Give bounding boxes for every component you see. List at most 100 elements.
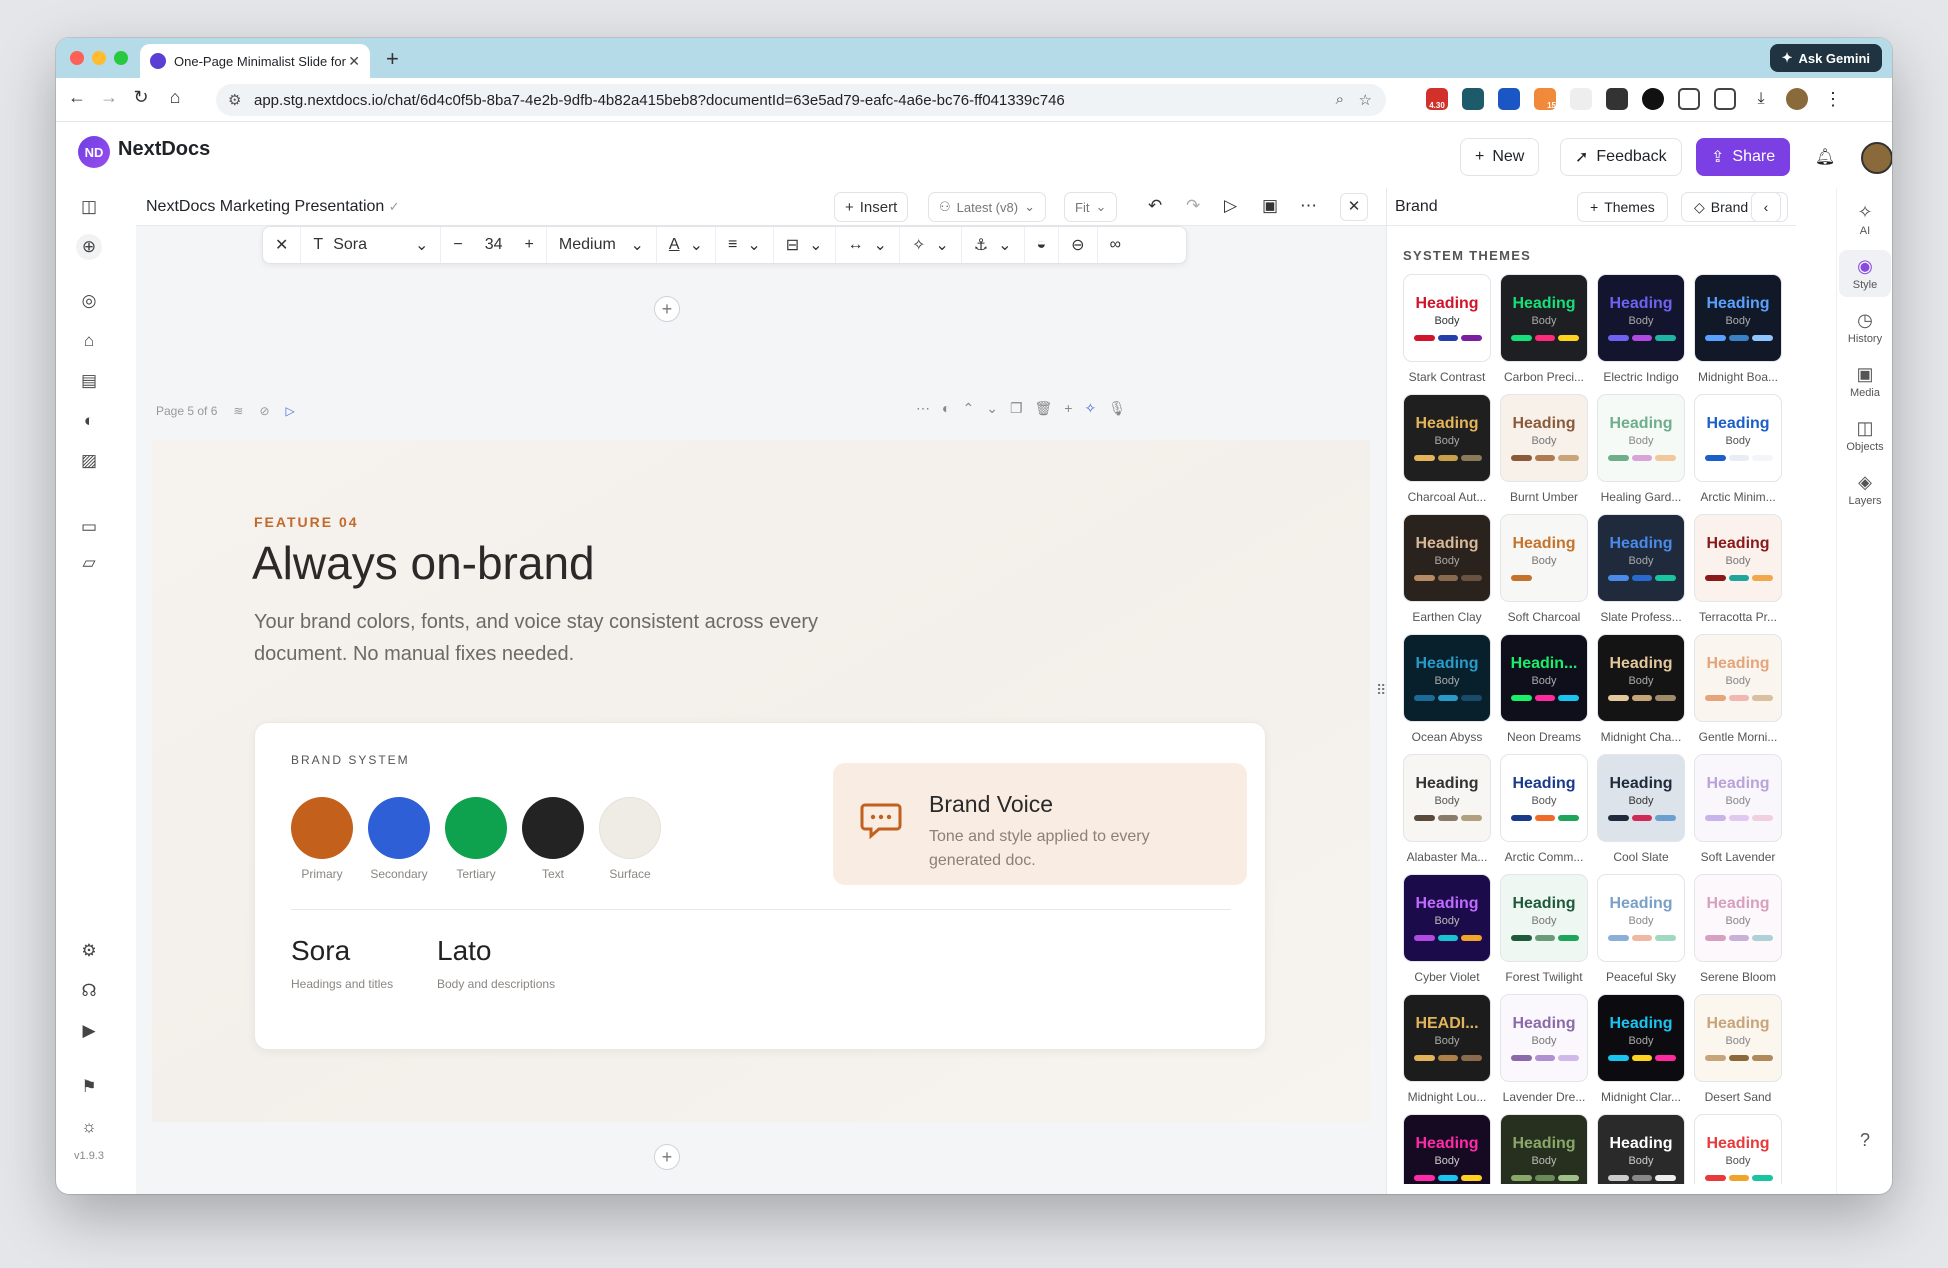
rail-media-button[interactable]: ▣ Media: [1839, 364, 1891, 399]
theme-card[interactable]: Heading Body Midnight Boa...: [1694, 274, 1782, 384]
ask-gemini-button[interactable]: ✦ Ask Gemini: [1769, 44, 1882, 72]
user-avatar[interactable]: [1861, 142, 1892, 174]
close-tab-icon[interactable]: ✕: [348, 53, 360, 70]
support-headset-icon[interactable]: ☊: [76, 978, 102, 1004]
fill-button[interactable]: ◒: [1025, 227, 1060, 263]
effects-button[interactable]: ✧ ⌄: [900, 227, 962, 263]
lock-button[interactable]: ⊖: [1059, 227, 1098, 263]
theme-card[interactable]: HEADI... Body Midnight Lou...: [1403, 994, 1491, 1104]
browser-tab[interactable]: One-Page Minimalist Slide for ✕: [140, 44, 370, 78]
microphone-icon[interactable]: 🎙︎: [1108, 400, 1126, 417]
theme-card[interactable]: Heading Body: [1500, 1114, 1588, 1184]
theme-card[interactable]: Heading Body Lavender Dre...: [1500, 994, 1588, 1104]
vertical-align-button[interactable]: ⊟ ⌄: [774, 227, 836, 263]
theme-card[interactable]: Heading Body Stark Contrast: [1403, 274, 1491, 384]
extension-check-icon[interactable]: [1498, 88, 1520, 110]
font-size-value[interactable]: 34: [485, 236, 503, 254]
reading-list-icon[interactable]: [1714, 88, 1736, 110]
slide-description[interactable]: Your brand colors, fonts, and voice stay…: [254, 606, 834, 670]
extension-icon[interactable]: [1642, 88, 1664, 110]
increase-size-button[interactable]: +: [525, 236, 534, 254]
present-play-icon[interactable]: ▷: [1224, 196, 1237, 216]
more-icon[interactable]: ⋯: [916, 400, 930, 417]
redo-icon[interactable]: ↷: [1186, 196, 1200, 216]
folder-icon[interactable]: ▭: [76, 514, 102, 540]
puzzle-extensions-icon[interactable]: [1678, 88, 1700, 110]
extension-icon[interactable]: [1570, 88, 1592, 110]
theme-card[interactable]: Heading Body Arctic Minim...: [1694, 394, 1782, 504]
undo-icon[interactable]: ↶: [1148, 196, 1162, 216]
notifications-bell-icon[interactable]: 🔔︎: [1806, 138, 1844, 176]
slide-title[interactable]: Always on-brand: [252, 536, 595, 590]
theme-card[interactable]: Headin... Body Neon Dreams: [1500, 634, 1588, 744]
add-icon[interactable]: +: [1064, 400, 1072, 417]
site-settings-icon[interactable]: ⚙: [228, 91, 241, 109]
rail-layers-button[interactable]: ◈ Layers: [1839, 472, 1891, 507]
theme-card[interactable]: Heading Body: [1403, 1114, 1491, 1184]
close-format-icon[interactable]: ✕: [263, 227, 302, 263]
theme-card[interactable]: Heading Body Earthen Clay: [1403, 514, 1491, 624]
rail-objects-button[interactable]: ◫ Objects: [1839, 418, 1891, 453]
spacing-button[interactable]: ↔ ⌄: [836, 227, 900, 263]
home-icon[interactable]: ⌂: [76, 328, 102, 354]
themes-button[interactable]: + Themes: [1577, 192, 1668, 222]
palette-icon[interactable]: ◐: [942, 400, 950, 417]
ai-sparkle-icon[interactable]: ✧: [1084, 400, 1096, 417]
align-button[interactable]: ≡ ⌄: [716, 227, 774, 263]
palette-icon[interactable]: ◐: [76, 408, 102, 434]
reload-icon[interactable]: ↻: [128, 87, 154, 108]
chevron-down-icon[interactable]: ⌄: [986, 400, 998, 417]
insert-button[interactable]: + Insert: [834, 192, 909, 222]
theme-card[interactable]: Heading Body Cool Slate: [1597, 754, 1685, 864]
theme-card[interactable]: Heading Body Peaceful Sky: [1597, 874, 1685, 984]
toggle-sidebar-icon[interactable]: ◫: [76, 194, 102, 220]
theme-card[interactable]: Heading Body Terracotta Pr...: [1694, 514, 1782, 624]
extension-notify-icon[interactable]: 15: [1534, 88, 1556, 110]
collapse-panel-chevron-icon[interactable]: ‹: [1751, 192, 1781, 222]
theme-card[interactable]: Heading Body Alabaster Ma...: [1403, 754, 1491, 864]
new-tab-button[interactable]: +: [386, 46, 399, 72]
font-family-select[interactable]: T Sora ⌄: [301, 227, 442, 263]
theme-card[interactable]: Heading Body Midnight Cha...: [1597, 634, 1685, 744]
chevron-up-icon[interactable]: ⌃: [962, 400, 974, 417]
zoom-window-button[interactable]: [114, 51, 128, 65]
theme-card[interactable]: Heading Body Ocean Abyss: [1403, 634, 1491, 744]
version-dropdown[interactable]: ⚇ Latest (v8) ⌄: [928, 192, 1046, 222]
zoom-dropdown[interactable]: Fit ⌄: [1064, 192, 1118, 222]
text-color-button[interactable]: A ⌄: [657, 227, 716, 263]
explore-compass-icon[interactable]: ◎: [76, 288, 102, 314]
save-icon[interactable]: ▣: [1262, 196, 1278, 216]
extension-calendar-icon[interactable]: 4.30: [1426, 88, 1448, 110]
language-flag-icon[interactable]: ⚑: [76, 1074, 102, 1100]
theme-card[interactable]: Heading Body Forest Twilight: [1500, 874, 1588, 984]
nextdocs-logo[interactable]: ND: [78, 136, 110, 168]
zoom-lens-icon[interactable]: ⌕: [1336, 91, 1344, 108]
link-button[interactable]: ∞: [1098, 227, 1133, 263]
theme-card[interactable]: Heading Body Burnt Umber: [1500, 394, 1588, 504]
theme-card[interactable]: Heading Body Healing Gard...: [1597, 394, 1685, 504]
profile-avatar[interactable]: [1786, 88, 1808, 110]
feedback-button[interactable]: ➚ Feedback: [1560, 138, 1682, 176]
add-page-button[interactable]: +: [654, 296, 680, 322]
theme-card[interactable]: Heading Body: [1694, 1114, 1782, 1184]
notes-icon[interactable]: ▱: [76, 550, 102, 576]
theme-card[interactable]: Heading Body Serene Bloom: [1694, 874, 1782, 984]
decrease-size-button[interactable]: −: [453, 236, 462, 254]
brand-system-card[interactable]: BRAND SYSTEM Primary Secondary Tertiary …: [254, 722, 1266, 1050]
browser-menu-icon[interactable]: ⋮: [1822, 88, 1844, 110]
add-page-button[interactable]: +: [654, 1144, 680, 1170]
anchor-button[interactable]: ⚓︎ ⌄: [962, 227, 1025, 263]
trash-icon[interactable]: 🗑︎: [1035, 400, 1053, 417]
address-bar[interactable]: ⚙ app.stg.nextdocs.io/chat/6d4c0f5b-8ba7…: [216, 84, 1386, 116]
slide-canvas[interactable]: FEATURE 04 Always on-brand Your brand co…: [152, 440, 1370, 1122]
theme-card[interactable]: Heading Body Soft Charcoal: [1500, 514, 1588, 624]
font-weight-select[interactable]: Medium ⌄: [547, 227, 657, 263]
settings-gear-icon[interactable]: ⚙: [76, 938, 102, 964]
theme-card[interactable]: Heading Body Soft Lavender: [1694, 754, 1782, 864]
theme-sun-icon[interactable]: ☼: [76, 1114, 102, 1140]
theme-card[interactable]: Heading Body Electric Indigo: [1597, 274, 1685, 384]
extension-icon[interactable]: [1462, 88, 1484, 110]
layers-stack-icon[interactable]: ≋: [233, 404, 243, 418]
close-editor-icon[interactable]: ✕: [1340, 193, 1368, 221]
bookmark-star-icon[interactable]: ☆: [1359, 91, 1372, 109]
